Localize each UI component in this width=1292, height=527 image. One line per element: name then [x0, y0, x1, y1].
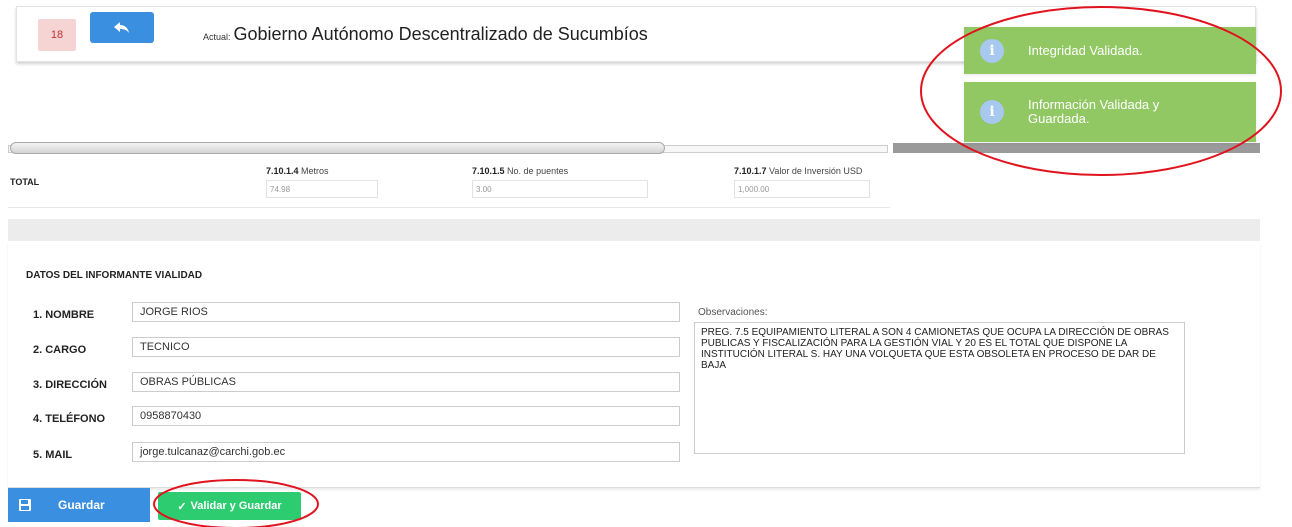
section-divider — [8, 219, 1260, 241]
info-icon: i — [980, 38, 1004, 63]
total-column-metros: 7.10.1.4 Metros 74.98 — [266, 166, 378, 198]
informante-panel: DATOS DEL INFORMANTE VIALIDAD 1. NOMBRE … — [8, 241, 1260, 488]
scrollbar-rail — [893, 143, 1260, 153]
column-code: 7.10.1.4 — [266, 166, 299, 176]
validar-label: Validar y Guardar — [190, 500, 282, 512]
total-inversion-field: 1,000.00 — [734, 180, 870, 198]
column-code: 7.10.1.7 — [734, 166, 767, 176]
nombre-label: 1. NOMBRE — [33, 309, 95, 321]
telefono-label: 4. TELÉFONO — [33, 413, 106, 425]
direccion-label: 3. DIRECCIÓN — [33, 379, 107, 391]
mail-label: 5. MAIL — [33, 449, 73, 461]
info-icon: i — [980, 100, 1004, 124]
validar-guardar-button[interactable]: ✓ Validar y Guardar — [158, 492, 301, 520]
totals-row: TOTAL 7.10.1.4 Metros 74.98 7.10.1.5 No.… — [8, 160, 890, 208]
total-column-puentes: 7.10.1.5 No. de puentes 3.00 — [472, 166, 648, 198]
page-number-badge: 18 — [38, 19, 76, 51]
action-bar: Guardar ✓ Validar y Guardar — [8, 488, 1260, 527]
column-name: Valor de Inversión USD — [769, 166, 863, 176]
total-label: TOTAL — [10, 177, 40, 187]
direccion-input[interactable]: OBRAS PÚBLICAS — [132, 372, 680, 392]
telefono-input[interactable]: 0958870430 — [132, 406, 680, 426]
actual-label: Actual: — [203, 32, 231, 42]
toast-text: Información Validada y Guardada. — [1028, 97, 1160, 126]
entity-name: Gobierno Autónomo Descentralizado de Suc… — [233, 24, 648, 44]
scrollbar-thumb[interactable] — [10, 142, 665, 154]
checkmark-icon: ✓ — [177, 500, 187, 513]
mail-input[interactable]: jorge.tulcanaz@carchi.gob.ec — [132, 442, 680, 462]
current-entity: Actual: Gobierno Autónomo Descentralizado… — [203, 24, 648, 45]
toast-text: Integridad Validada. — [1028, 43, 1143, 58]
nombre-input[interactable]: JORGE RIOS — [132, 302, 680, 322]
toast-informacion-guardada[interactable]: i Información Validada y Guardada. — [964, 82, 1256, 142]
horizontal-scrollbar[interactable] — [8, 141, 1260, 155]
column-code: 7.10.1.5 — [472, 166, 505, 176]
column-name: No. de puentes — [507, 166, 569, 176]
save-icon — [19, 499, 31, 511]
observaciones-label: Observaciones: — [698, 307, 768, 318]
cargo-input[interactable]: TECNICO — [132, 337, 680, 357]
toast-integridad-validada[interactable]: i Integridad Validada. — [964, 27, 1256, 74]
guardar-button[interactable]: Guardar — [8, 488, 150, 522]
back-button[interactable] — [90, 12, 154, 43]
page: 18 Actual: Gobierno Autónomo Descentraliz… — [0, 0, 1292, 527]
column-name: Metros — [301, 166, 329, 176]
guardar-label: Guardar — [58, 498, 105, 512]
observaciones-textarea[interactable]: PREG. 7.5 EQUIPAMIENTO LITERAL A SON 4 C… — [694, 322, 1185, 454]
informante-title: DATOS DEL INFORMANTE VIALIDAD — [26, 270, 203, 281]
total-column-inversion: 7.10.1.7 Valor de Inversión USD 1,000.00 — [734, 166, 870, 198]
total-metros-field: 74.98 — [266, 180, 378, 198]
back-arrow-icon — [114, 21, 129, 33]
total-puentes-field: 3.00 — [472, 180, 648, 198]
cargo-label: 2. CARGO — [33, 344, 87, 356]
